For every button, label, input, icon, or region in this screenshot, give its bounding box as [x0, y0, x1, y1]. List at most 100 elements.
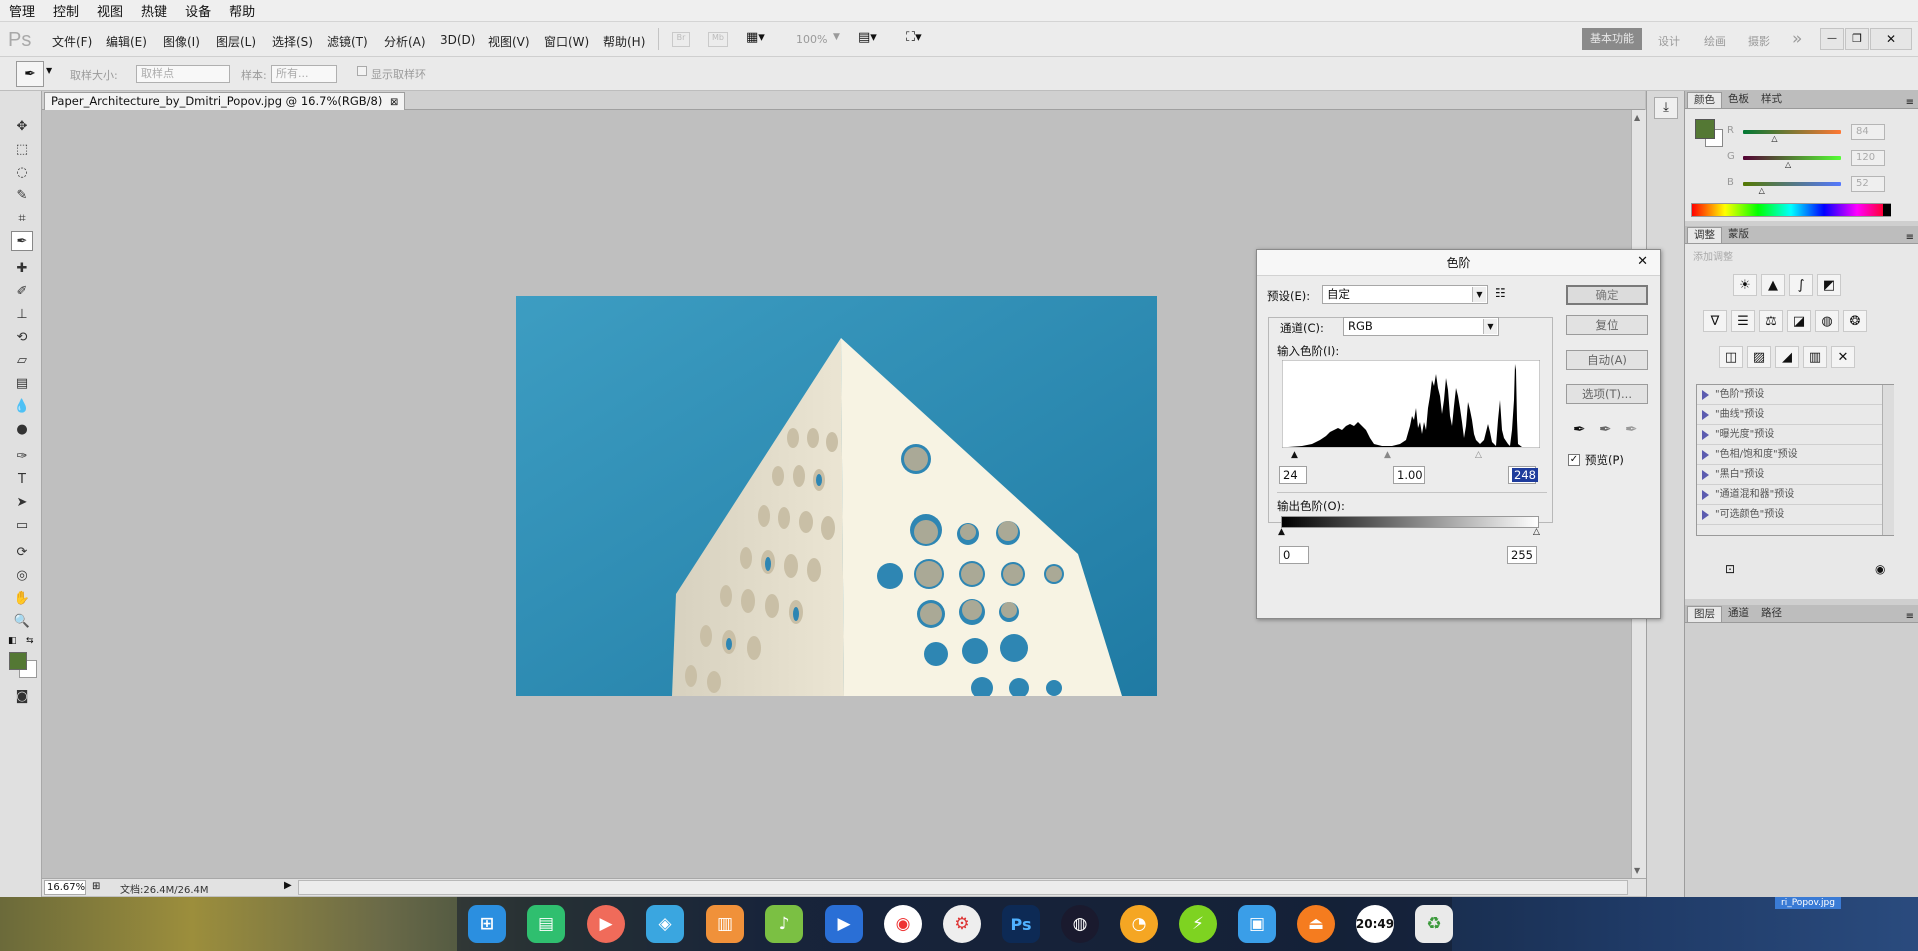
panel-menu-icon[interactable]: ≡	[1906, 97, 1918, 108]
path-select-tool-icon[interactable]: ➤	[11, 492, 33, 512]
menu-analysis[interactable]: 分析(A)	[384, 33, 426, 50]
eject-icon[interactable]: ⏏	[1297, 905, 1335, 943]
tab-paths[interactable]: 路径	[1755, 606, 1788, 622]
music-icon[interactable]: ♪	[765, 905, 803, 943]
channel-mixer-icon[interactable]: ❂	[1843, 310, 1867, 332]
3d-orbit-tool-icon[interactable]: ◎	[11, 565, 33, 585]
workspace-photography[interactable]: 摄影	[1748, 33, 1770, 49]
type-tool-icon[interactable]: T	[11, 469, 33, 489]
shape-tool-icon[interactable]: ▭	[11, 515, 33, 535]
workspace-expand-icon[interactable]: »	[1792, 29, 1802, 49]
stamp-tool-icon[interactable]: ⊥	[11, 304, 33, 324]
input-black-field[interactable]: 24	[1279, 466, 1307, 484]
layers-panel-menu-icon[interactable]: ≡	[1906, 611, 1918, 622]
close-app-button[interactable]: ✕	[1870, 28, 1912, 50]
zoom-dropdown-icon[interactable]: ▼	[833, 32, 840, 42]
hand-tool-icon[interactable]: ✋	[11, 588, 33, 608]
vibrance-icon[interactable]: ∇	[1703, 310, 1727, 332]
document-close-icon[interactable]: ⊠	[390, 97, 398, 108]
g-slider-handle[interactable]: △	[1785, 160, 1791, 169]
g-slider[interactable]	[1743, 156, 1841, 160]
input-white-slider[interactable]: △	[1475, 450, 1482, 460]
selective-color-icon[interactable]: ✕	[1831, 346, 1855, 368]
restore-button[interactable]: ❐	[1845, 28, 1869, 50]
preset-channel-mixer[interactable]: "通道混和器"预设	[1697, 485, 1893, 505]
dialog-close-icon[interactable]: ✕	[1637, 254, 1648, 269]
hue-saturation-icon[interactable]: ☰	[1731, 310, 1755, 332]
show-ring-checkbox[interactable]	[357, 66, 367, 76]
input-white-field[interactable]: 248	[1508, 466, 1538, 484]
tab-styles[interactable]: 样式	[1755, 92, 1788, 108]
input-gamma-field[interactable]: 1.00	[1393, 466, 1425, 484]
screen-mode-icon[interactable]: ⛶▾	[906, 30, 940, 48]
menu-3d[interactable]: 3D(D)	[440, 33, 475, 47]
app-store-icon[interactable]: ◈	[646, 905, 684, 943]
preset-selective-color[interactable]: "可选颜色"预设	[1697, 505, 1893, 525]
levels-icon[interactable]: ▲	[1761, 274, 1785, 296]
input-black-slider[interactable]: ▲	[1291, 450, 1298, 460]
channel-select[interactable]: RGB ▼	[1343, 317, 1499, 336]
color-spectrum-ramp[interactable]	[1691, 203, 1891, 217]
reset-button[interactable]: 复位	[1566, 315, 1648, 335]
quick-mask-icon[interactable]: ◙	[11, 686, 33, 706]
r-slider-handle[interactable]: △	[1771, 134, 1777, 143]
output-white-slider[interactable]: △	[1533, 527, 1540, 537]
eyedropper-preset-icon[interactable]: ✒	[16, 61, 44, 87]
tab-color[interactable]: 颜色	[1687, 92, 1722, 108]
video-app-icon[interactable]: ▶	[587, 905, 625, 943]
options-button[interactable]: 选项(T)...	[1566, 384, 1648, 404]
exposure-icon[interactable]: ◩	[1817, 274, 1841, 296]
menu-image[interactable]: 图像(I)	[163, 33, 200, 50]
zoom-status-field[interactable]: 16.67%	[44, 880, 86, 895]
view-extras-icon[interactable]: ▦▾	[746, 30, 778, 48]
g-value[interactable]: 120	[1851, 150, 1885, 166]
brightness-contrast-icon[interactable]: ☀	[1733, 274, 1757, 296]
menu-file[interactable]: 文件(F)	[52, 33, 92, 50]
recycle-bin-icon[interactable]: ♻	[1415, 905, 1453, 943]
history-panel-icon[interactable]: ⤓	[1654, 97, 1678, 119]
status-icon[interactable]: ⊞	[92, 881, 100, 892]
curves-icon[interactable]: ∫	[1789, 274, 1813, 296]
workspace-design[interactable]: 设计	[1658, 33, 1680, 49]
black-white-icon[interactable]: ◪	[1787, 310, 1811, 332]
canvas-horizontal-scrollbar[interactable]	[298, 880, 1628, 895]
r-slider[interactable]	[1743, 130, 1841, 134]
auto-button[interactable]: 自动(A)	[1566, 350, 1648, 370]
gray-eyedropper-icon[interactable]: ✒	[1599, 420, 1612, 438]
os-menu-hotkeys[interactable]: 热键	[132, 1, 176, 20]
lasso-tool-icon[interactable]: ◌	[11, 162, 33, 182]
arrange-documents-icon[interactable]: ▤▾	[858, 30, 890, 48]
invert-icon[interactable]: ◫	[1719, 346, 1743, 368]
ok-button[interactable]: 确定	[1566, 285, 1648, 305]
files-icon[interactable]: ▤	[527, 905, 565, 943]
preset-hue-saturation[interactable]: "色相/饱和度"预设	[1697, 445, 1893, 465]
3d-rotate-tool-icon[interactable]: ⟳	[11, 542, 33, 562]
default-colors-icon[interactable]: ◧	[8, 636, 17, 646]
preset-dropdown-icon[interactable]: ▼	[46, 66, 52, 75]
preset-black-white[interactable]: "黑白"预设	[1697, 465, 1893, 485]
blur-tool-icon[interactable]: 💧	[11, 396, 33, 416]
b-value[interactable]: 52	[1851, 176, 1885, 192]
movie-icon[interactable]: ▶	[825, 905, 863, 943]
menu-select[interactable]: 选择(S)	[272, 33, 313, 50]
shop-icon[interactable]: ▥	[706, 905, 744, 943]
clock-widget[interactable]: 20:49	[1356, 905, 1394, 943]
chat-icon[interactable]: ◔	[1120, 905, 1158, 943]
threshold-icon[interactable]: ◢	[1775, 346, 1799, 368]
posterize-icon[interactable]: ▨	[1747, 346, 1771, 368]
os-menu-help[interactable]: 帮助	[220, 1, 264, 20]
white-eyedropper-icon[interactable]: ✒	[1625, 420, 1638, 438]
power-icon[interactable]: ⚡	[1179, 905, 1217, 943]
foreground-color-swatch[interactable]	[9, 652, 27, 670]
zoom-level[interactable]: 100%	[796, 33, 827, 46]
pen-tool-icon[interactable]: ✑	[11, 446, 33, 466]
settings-icon[interactable]: ⚙	[943, 905, 981, 943]
tab-adjustments[interactable]: 调整	[1687, 227, 1722, 243]
launcher-icon[interactable]: ⊞	[468, 905, 506, 943]
preset-select[interactable]: 自定 ▼	[1322, 285, 1488, 304]
tab-channels[interactable]: 通道	[1722, 606, 1755, 622]
chrome-icon[interactable]: ◉	[884, 905, 922, 943]
preset-levels[interactable]: "色阶"预设	[1697, 385, 1893, 405]
sample-size-select[interactable]: 取样点	[136, 65, 230, 83]
minimize-button[interactable]: —	[1820, 28, 1844, 50]
